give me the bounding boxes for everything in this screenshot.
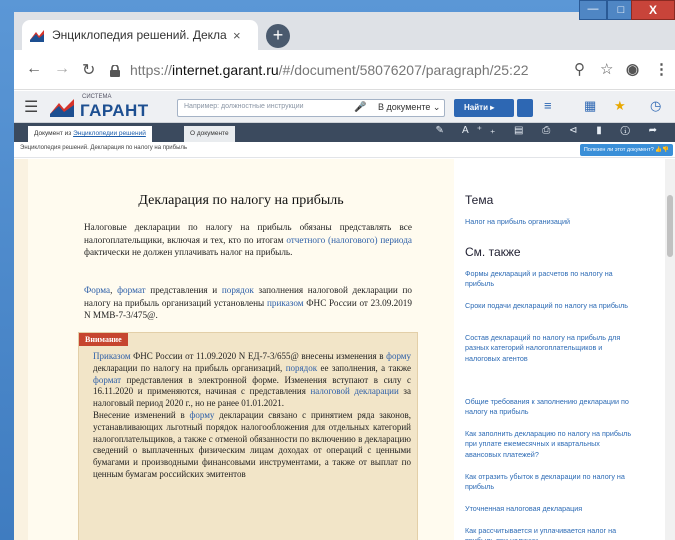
garant-search-input[interactable]: Например: должностные инструкции 🎤 В док… (177, 99, 445, 117)
link-form[interactable]: Форма (84, 285, 110, 295)
sidebar-link[interactable]: Общие требования к заполнению декларации… (465, 397, 635, 418)
new-tab-button[interactable]: + (266, 24, 290, 48)
paragraph-1: Налоговые декларации по налогу на прибыл… (84, 221, 412, 259)
find-options-button[interactable] (517, 99, 533, 117)
sidebar-link[interactable]: Как заполнить декларацию по налогу на пр… (465, 429, 635, 460)
scrollbar-thumb[interactable] (667, 195, 673, 257)
search-placeholder: Например: должностные инструкции (184, 103, 304, 110)
sidebar-link[interactable]: Сроки подачи деклараций по налогу на при… (465, 301, 635, 311)
garant-logo-mark-icon (50, 99, 74, 117)
text: декларации по налогу на прибыль организа… (93, 362, 286, 373)
microphone-icon[interactable]: 🎤 (354, 102, 366, 113)
document-tab-bar: Документ из Энциклопедии решений О докум… (14, 123, 675, 142)
scrollbar[interactable] (665, 159, 675, 540)
tab-document-prefix: Документ из (34, 130, 74, 137)
back-arrow-icon[interactable]: ← (26, 60, 42, 78)
sidebar-link[interactable]: Уточненная налоговая декларация (465, 504, 635, 514)
url-scheme: https:// (130, 62, 173, 78)
link-format[interactable]: формат (93, 375, 121, 385)
garant-logo-text: ГАРАНТ (80, 101, 149, 120)
tab-about-document[interactable]: О документе (184, 126, 235, 142)
attention-text: Приказом ФНС России от 11.09.2020 N ЕД-7… (93, 351, 411, 481)
document-area: Декларация по налогу на прибыль Налоговы… (14, 159, 454, 540)
link-tax-declaration[interactable]: налоговой декларации (310, 386, 398, 396)
sidebar-link[interactable]: Как отразить убыток в декларации по нало… (465, 472, 635, 493)
text: ФНС России от 11.09.2020 N ЕД-7-3/655@ в… (130, 351, 387, 361)
advanced-search-icon[interactable]: ≡ (544, 98, 552, 113)
address-bar: ← → ↻ https:// internet.garant.ru /#/doc… (14, 50, 675, 90)
link-reporting-period[interactable]: отчетного (налогового) периода (286, 235, 412, 245)
link-form[interactable]: форму (386, 351, 411, 361)
zoom-icon[interactable]: ⚲ (574, 60, 585, 78)
sidebar-link[interactable]: Состав деклараций по налогу на прибыль д… (465, 333, 635, 364)
breadcrumb: Энциклопедия решений. Декларация по нало… (14, 142, 675, 158)
profile-icon[interactable]: ◉ (626, 60, 639, 78)
close-button[interactable]: X (631, 0, 675, 20)
link-form[interactable]: форму (190, 410, 215, 420)
document-title: Декларация по налогу на прибыль (138, 193, 344, 208)
reload-icon[interactable]: ↻ (82, 60, 95, 80)
text: ее заполнения, а также (317, 362, 412, 373)
document-toolbar-icons[interactable]: ✎ A⁺₊ ▤ ⎙ ⊲ ▮ ⓘ ➦ (435, 125, 665, 136)
text: фактически не должен уплачивать налог на… (84, 247, 293, 258)
hamburger-menu-icon[interactable]: ☰ (24, 97, 38, 117)
garant-logo-caption: СИСТЕМА (82, 94, 112, 100)
text: Внесение изменений в (93, 409, 190, 420)
text: представления и (145, 285, 222, 295)
tab-document-link[interactable]: Энциклопедии решений (73, 130, 146, 137)
see-also-heading: См. также (465, 245, 521, 259)
browser-tab[interactable]: Энциклопедия решений. Деклар × (22, 20, 258, 50)
breadcrumb-text: Энциклопедия решений. Декларация по нало… (20, 145, 188, 151)
compare-icon[interactable]: ▦ (584, 98, 596, 114)
sidebar-link[interactable]: Формы деклараций и расчетов по налогу на… (465, 269, 635, 290)
link-decree[interactable]: Приказом (93, 351, 131, 361)
tab-strip: Энциклопедия решений. Деклар × + (14, 12, 675, 50)
link-order[interactable]: порядок (286, 363, 317, 373)
url-host: internet.garant.ru (172, 62, 279, 78)
feedback-button[interactable]: Полезен ли этот документ? 👍👎 (579, 144, 673, 156)
link-order-decree[interactable]: приказом (267, 298, 304, 308)
attention-block: Внимание Приказом ФНС России от 11.09.20… (78, 332, 418, 540)
related-sidebar: Тема Налог на прибыль организаций См. та… (454, 159, 675, 540)
minimize-button[interactable]: — (579, 0, 607, 20)
garant-toolbar: ☰ ГАРАНТ СИСТЕМА Например: должностные и… (14, 91, 675, 123)
tab-close-icon[interactable]: × (233, 28, 241, 43)
desktop-background: Энциклопедия решений. Деклар × + ← → ↻ h… (0, 0, 675, 540)
tab-document[interactable]: Документ из Энциклопедии решений (28, 126, 152, 142)
browser-window: Энциклопедия решений. Деклар × + ← → ↻ h… (14, 12, 675, 540)
bookmark-star-icon[interactable]: ☆ (600, 60, 613, 78)
link-order[interactable]: порядок (222, 285, 254, 295)
document-page: Декларация по налогу на прибыль Налоговы… (28, 159, 454, 540)
garant-favicon-icon (30, 29, 44, 42)
topic-link[interactable]: Налог на прибыль организаций (465, 217, 635, 227)
forward-arrow-icon[interactable]: → (54, 60, 70, 78)
search-scope-select[interactable]: В документе ⌄ (378, 102, 440, 113)
url-path: /#/document/58076207/paragraph/25:22 (278, 62, 529, 78)
find-button[interactable]: Найти ▸ (454, 99, 514, 117)
lock-icon (110, 64, 120, 77)
tab-title: Энциклопедия решений. Деклар (52, 28, 227, 42)
sidebar-link[interactable]: Как рассчитывается и уплачивается налог … (465, 526, 635, 540)
url-field[interactable]: https:// internet.garant.ru /#/document/… (110, 58, 550, 82)
link-format[interactable]: формат (117, 285, 146, 295)
attention-badge: Внимание (79, 333, 128, 346)
menu-dots-icon[interactable]: ⋮ (654, 60, 669, 78)
paragraph-2: Форма, формат представления и порядок за… (84, 284, 412, 322)
topic-heading: Тема (465, 193, 494, 207)
text: декларации связано с принятием ряда зако… (93, 409, 411, 479)
history-icon[interactable]: ◷ (650, 98, 661, 114)
favorites-star-icon[interactable]: ★ (614, 98, 626, 114)
